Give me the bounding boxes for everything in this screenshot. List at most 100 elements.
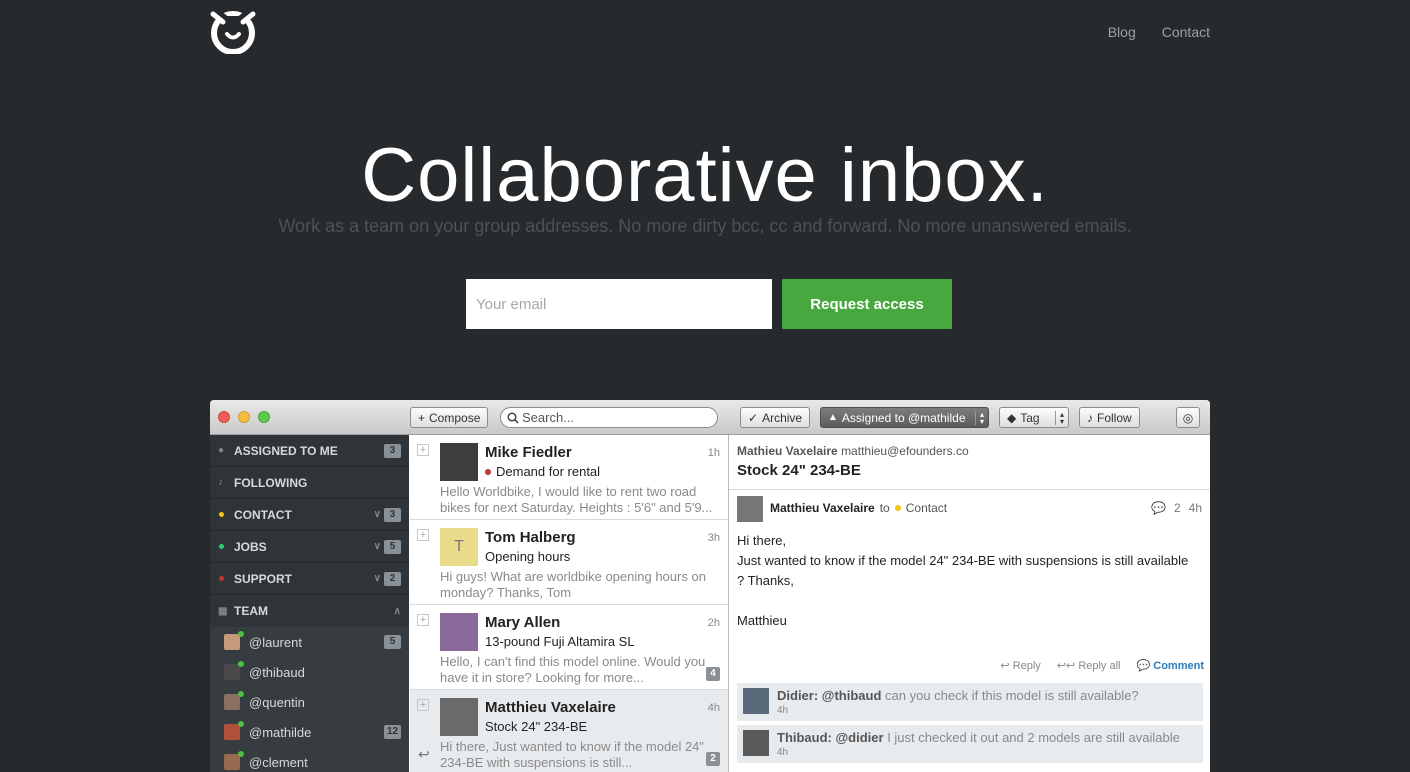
- message-subject: Stock 24" 234-BE: [485, 719, 587, 734]
- add-icon[interactable]: +: [417, 614, 429, 626]
- message-time: 1h: [707, 447, 720, 459]
- chevron-down-icon[interactable]: ∨: [374, 573, 381, 584]
- sidebar-item-team[interactable]: ▦ TEAM ∧: [210, 595, 409, 627]
- follow-label: Follow: [1097, 410, 1132, 425]
- avatar: [737, 496, 763, 522]
- nav-contact-link[interactable]: Contact: [1162, 24, 1210, 40]
- list-item[interactable]: + Mary Allen 2h 13-pound Fuji Altamira S…: [410, 605, 728, 690]
- comment-item: Thibaud: @didier I just checked it out a…: [737, 725, 1203, 763]
- sidebar-item-contact[interactable]: CONTACT ∨ 3: [210, 499, 409, 531]
- email-body: Hi there, Just wanted to know if the mod…: [737, 531, 1203, 631]
- sidebar-item-label: FOLLOWING: [234, 475, 308, 490]
- team-member[interactable]: @laurent 5: [210, 627, 409, 657]
- archive-button[interactable]: ✓ Archive: [740, 407, 811, 428]
- follow-button[interactable]: ♪ Follow: [1079, 407, 1140, 428]
- comment-time: 4h: [777, 705, 789, 716]
- globe-button[interactable]: ◎: [1176, 407, 1200, 428]
- body-line: Just wanted to know if the model 24" 234…: [737, 553, 1189, 568]
- assigned-label: Assigned to @mathilde: [841, 410, 966, 425]
- online-indicator: [238, 721, 244, 727]
- avatar: [224, 754, 240, 770]
- team-member[interactable]: @clement: [210, 747, 409, 772]
- list-item[interactable]: + Mike Fiedler 1h Demand for rental Hell…: [410, 435, 728, 520]
- message-preview: Hi guys! What are worldbike opening hour…: [440, 569, 706, 600]
- count-badge: 3: [384, 443, 401, 458]
- sender-name: Matthieu Vaxelaire: [770, 501, 875, 515]
- online-indicator: [238, 751, 244, 757]
- bell-icon: ♪: [1087, 410, 1093, 425]
- status-dot: [485, 468, 491, 475]
- subject-text: Opening hours: [485, 549, 571, 564]
- status-dot: [219, 544, 224, 549]
- dropdown-arrows-icon: ▴ ▾: [1054, 410, 1064, 425]
- to-label: to: [879, 501, 890, 515]
- globe-icon: ◎: [1182, 410, 1194, 425]
- reply-all-label: Reply all: [1078, 660, 1121, 672]
- comment-count-badge: 2: [706, 752, 720, 766]
- chevron-up-icon[interactable]: ∧: [394, 606, 401, 617]
- message-preview: Hello, I can't find this model online. W…: [440, 654, 706, 685]
- sidebar-item-label: JOBS: [234, 539, 267, 554]
- sender-name: Tom Halberg: [485, 529, 576, 546]
- reply-all-icon: ↩↩: [1056, 660, 1079, 672]
- status-dot: [219, 512, 224, 517]
- search-placeholder: Search...: [522, 410, 575, 425]
- sidebar-item-label: CONTACT: [234, 507, 292, 522]
- team-member[interactable]: @quentin: [210, 687, 409, 717]
- request-access-button[interactable]: Request access: [782, 279, 952, 329]
- list-item[interactable]: + T Tom Halberg 3h Opening hours Hi guys…: [410, 520, 728, 605]
- sidebar-item-label: SUPPORT: [234, 571, 293, 586]
- reply-label: Reply: [1012, 660, 1041, 672]
- hero-subtitle: Work as a team on your group addresses. …: [278, 216, 1132, 236]
- add-icon[interactable]: +: [417, 699, 429, 711]
- minimize-window-button[interactable]: [238, 411, 250, 423]
- sidebar-item-following[interactable]: ♪ FOLLOWING: [210, 467, 409, 499]
- close-window-button[interactable]: [218, 411, 230, 423]
- chevron-down-icon[interactable]: ∨: [374, 541, 381, 552]
- chevron-down-icon[interactable]: ∨: [374, 509, 381, 520]
- comment-button[interactable]: 💬 Comment: [1137, 659, 1205, 672]
- online-indicator: [238, 631, 244, 637]
- add-icon[interactable]: +: [417, 444, 429, 456]
- logo-icon[interactable]: [208, 8, 258, 54]
- reply-icon: ↩: [1000, 660, 1013, 672]
- inbox-name: Contact: [905, 501, 948, 515]
- compose-button[interactable]: + Compose: [410, 407, 489, 428]
- compose-label: Compose: [429, 410, 481, 425]
- sidebar-item-label: ASSIGNED TO ME: [234, 443, 338, 458]
- status-dot: [894, 505, 901, 511]
- sidebar-item-jobs[interactable]: JOBS ∨ 5: [210, 531, 409, 563]
- comment-body: I just checked it out and 2 models are s…: [887, 730, 1180, 745]
- body-line: Hi there,: [737, 533, 787, 548]
- zoom-window-button[interactable]: [258, 411, 270, 423]
- email-input[interactable]: [466, 279, 772, 329]
- search-icon: [507, 411, 519, 424]
- nav-blog-link[interactable]: Blog: [1108, 24, 1136, 40]
- avatar: [224, 694, 240, 710]
- sidebar-item-support[interactable]: SUPPORT ∨ 2: [210, 563, 409, 595]
- checkmark-icon: ✓: [748, 410, 759, 425]
- tag-dropdown[interactable]: ◆ Tag ▴ ▾: [999, 407, 1069, 428]
- reply-all-button[interactable]: ↩↩ Reply all: [1057, 659, 1121, 672]
- assign-dropdown[interactable]: ▲ Assigned to @mathilde ▴ ▾: [820, 407, 989, 428]
- online-indicator: [238, 691, 244, 697]
- comment-time: 4h: [777, 747, 789, 758]
- team-member[interactable]: @mathilde 12: [210, 717, 409, 747]
- avatar: [224, 724, 240, 740]
- email-meta: Matthieu Vaxelaire to Contact: [770, 501, 947, 515]
- avatar: [224, 664, 240, 680]
- avatar: [440, 698, 478, 736]
- dropdown-arrows-icon: ▴ ▾: [974, 410, 984, 425]
- user-icon: ▲: [828, 412, 838, 423]
- subject-text: 13-pound Fuji Altamira SL: [485, 634, 635, 649]
- reply-button[interactable]: ↩ Reply: [1000, 659, 1040, 672]
- list-item[interactable]: + Matthieu Vaxelaire 4h Stock 24" 234-BE…: [410, 690, 728, 772]
- comment-author: Thibaud: @didier: [777, 730, 884, 745]
- sender-name: Mike Fiedler: [485, 444, 572, 461]
- email-actions: ↩ Reply ↩↩ Reply all 💬 Comment: [1000, 659, 1204, 672]
- sidebar-item-assigned-to-me[interactable]: ● ASSIGNED TO ME 3: [210, 435, 409, 467]
- team-member[interactable]: @thibaud: [210, 657, 409, 687]
- search-input[interactable]: Search...: [500, 407, 718, 428]
- add-icon[interactable]: +: [417, 529, 429, 541]
- email-stats: 💬 2 4h: [1151, 501, 1202, 515]
